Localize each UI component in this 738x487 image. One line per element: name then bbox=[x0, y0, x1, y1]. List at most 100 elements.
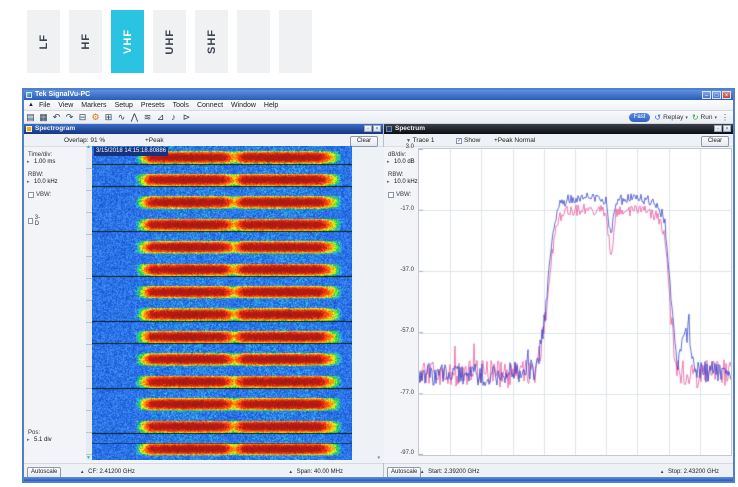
tab-shf[interactable]: SHF bbox=[195, 10, 228, 73]
trace-selector[interactable]: ▼ Trace 1 bbox=[406, 137, 434, 144]
spec-rbw-spinner[interactable]: ▸ bbox=[387, 179, 390, 185]
window-controls: – □ × bbox=[702, 91, 731, 99]
threed-checkbox[interactable] bbox=[28, 218, 33, 224]
menu-presets[interactable]: Presets bbox=[141, 102, 165, 109]
spectrum-panel: Spectrum ▫ × ▼ Trace 1 ✓ Show +Peak Norm… bbox=[384, 124, 733, 479]
menu-file[interactable]: File bbox=[39, 102, 50, 109]
show-trace-row: ✓ Show bbox=[456, 137, 480, 144]
analysis-icon[interactable]: ⋀ bbox=[128, 112, 141, 123]
title-bar[interactable]: Tek SignalVu-PC – □ × bbox=[24, 90, 733, 100]
spectrogram-restore-button[interactable]: ▫ bbox=[364, 125, 372, 132]
window-bottom-frame bbox=[24, 477, 733, 481]
displays-icon[interactable]: ⊞ bbox=[102, 112, 115, 123]
start-readout[interactable]: ▲ Start: 2.39200 GHz bbox=[420, 469, 480, 475]
menu-setup[interactable]: Setup bbox=[115, 102, 133, 109]
spectrogram-timestamp[interactable]: 3/15/2018 14:15:18.80886 bbox=[94, 147, 168, 156]
spectrogram-side-column: ▾ bbox=[352, 147, 384, 463]
ytick-1: -17.0 bbox=[384, 206, 414, 212]
stop-label: Stop: bbox=[668, 469, 682, 475]
time-overview-icon[interactable]: ≋ bbox=[141, 112, 154, 123]
menu-window[interactable]: Window bbox=[231, 102, 256, 109]
time-div-label: Time/div: bbox=[28, 152, 52, 158]
spectrum-clear-button[interactable]: Clear bbox=[701, 136, 729, 147]
spectrogram-waterfall[interactable] bbox=[92, 146, 352, 460]
tool-bar: ▤ ▦ ↶ ↷ ⊟ ⚙ ⊞ ∿ ⋀ ≋ ⊿ ♪ ⊳ Fast ↺ Replay … bbox=[24, 111, 733, 124]
threed-label: 3-D bbox=[35, 215, 42, 227]
spec-vbw-label: VBW: bbox=[396, 192, 411, 198]
signalvu-window: Tek SignalVu-PC – □ × ▲ File View Marker… bbox=[22, 88, 735, 483]
toolbar-right-group: Fast ↺ Replay ▾ ↻ Run ▾ ⋮ bbox=[629, 112, 729, 123]
spec-vbw-checkbox[interactable] bbox=[388, 192, 394, 198]
trace-label: Trace 1 bbox=[413, 137, 435, 144]
analysis-time-marker-line[interactable] bbox=[92, 443, 352, 444]
spectrum-plot[interactable] bbox=[418, 148, 732, 456]
spec-rbw-value[interactable]: 10.0 kHz bbox=[394, 179, 418, 185]
spectrum-restore-button[interactable]: ▫ bbox=[714, 125, 722, 132]
close-button[interactable]: × bbox=[722, 91, 731, 99]
spectrogram-panel: Spectrogram ▫ × Overlap: 91 % +Peak Clea… bbox=[24, 124, 384, 479]
app-menu-icon[interactable]: ▲ bbox=[28, 102, 34, 108]
tab-empty-1[interactable] bbox=[237, 10, 270, 73]
tab-shf-label: SHF bbox=[206, 29, 218, 54]
spectrogram-title: Spectrogram bbox=[35, 124, 75, 134]
sgram-vbw-checkbox[interactable] bbox=[28, 192, 34, 198]
minimize-button[interactable]: – bbox=[702, 91, 711, 99]
spectrogram-clear-button[interactable]: Clear bbox=[350, 136, 378, 147]
pos-spinner[interactable]: ▸ bbox=[27, 437, 30, 443]
tab-hf[interactable]: HF bbox=[69, 10, 102, 73]
show-trace-checkbox[interactable]: ✓ bbox=[456, 138, 462, 144]
spectrum-header[interactable]: Spectrum ▫ × bbox=[384, 124, 733, 134]
spectrum-detector-label: +Peak Normal bbox=[494, 137, 535, 144]
menu-view[interactable]: View bbox=[58, 102, 73, 109]
print-icon[interactable]: ⊟ bbox=[76, 112, 89, 123]
fast-mode-button[interactable]: Fast bbox=[629, 113, 651, 122]
cf-readout[interactable]: ▲ CF: 2.41200 GHz bbox=[80, 469, 135, 475]
spectrum-close-button[interactable]: × bbox=[723, 125, 731, 132]
spectrum-icon[interactable]: ∿ bbox=[115, 112, 128, 123]
tab-uhf-label: UHF bbox=[164, 29, 176, 55]
undo-icon[interactable]: ↶ bbox=[50, 112, 63, 123]
menu-markers[interactable]: Markers bbox=[81, 102, 106, 109]
span-readout[interactable]: ▲ Span: 40.00 MHz bbox=[288, 469, 343, 475]
ytick-4: -77.0 bbox=[384, 390, 414, 396]
menu-tools[interactable]: Tools bbox=[173, 102, 189, 109]
run-button[interactable]: ↻ Run ▾ bbox=[692, 113, 717, 122]
spectrum-subheader: ▼ Trace 1 ✓ Show +Peak Normal Clear bbox=[384, 134, 733, 147]
open-icon[interactable]: ▤ bbox=[24, 112, 37, 123]
redo-icon[interactable]: ↷ bbox=[63, 112, 76, 123]
menu-bar: ▲ File View Markers Setup Presets Tools … bbox=[24, 100, 733, 111]
spectrogram-header[interactable]: Spectrogram ▫ × bbox=[24, 124, 383, 134]
spectrogram-top-marker-icon[interactable]: ▲ bbox=[86, 144, 91, 150]
menu-help[interactable]: Help bbox=[264, 102, 278, 109]
sgram-rbw-spinner[interactable]: ▸ bbox=[27, 179, 30, 185]
menu-connect[interactable]: Connect bbox=[197, 102, 223, 109]
acquire-icon[interactable]: ⊳ bbox=[180, 112, 193, 123]
tab-uhf[interactable]: UHF bbox=[153, 10, 186, 73]
more-menu-icon[interactable]: ⋮ bbox=[721, 113, 729, 122]
time-div-value[interactable]: 1.00 ms bbox=[34, 159, 55, 165]
stop-readout[interactable]: ▲ Stop: 2.43200 GHz bbox=[660, 469, 719, 475]
save-icon[interactable]: ▦ bbox=[37, 112, 50, 123]
tab-vhf[interactable]: VHF bbox=[111, 10, 144, 73]
db-div-spinner[interactable]: ▸ bbox=[387, 159, 390, 165]
spec-rbw-label: RBW: bbox=[388, 172, 404, 178]
maximize-button[interactable]: □ bbox=[712, 91, 721, 99]
sgram-rbw-value[interactable]: 10.0 kHz bbox=[34, 179, 58, 185]
window-title: Tek SignalVu-PC bbox=[35, 90, 90, 100]
replay-button[interactable]: ↺ Replay ▾ bbox=[654, 113, 687, 122]
tab-empty-2[interactable] bbox=[279, 10, 312, 73]
side-scroll-caret-icon[interactable]: ▾ bbox=[377, 455, 380, 461]
audio-icon[interactable]: ♪ bbox=[167, 112, 180, 123]
spectrogram-close-button[interactable]: × bbox=[373, 125, 381, 132]
settings-gear-icon[interactable]: ⚙ bbox=[89, 112, 102, 123]
amplitude-icon[interactable]: ⊿ bbox=[154, 112, 167, 123]
spectrogram-bottom-marker-icon[interactable]: ▼ bbox=[86, 455, 91, 461]
db-div-value[interactable]: 10.0 dB bbox=[394, 159, 415, 165]
pos-value[interactable]: 5.1 div bbox=[34, 437, 52, 443]
spec-vbw-row: VBW: bbox=[388, 192, 411, 198]
tab-lf[interactable]: LF bbox=[27, 10, 60, 73]
time-div-spinner[interactable]: ▸ bbox=[27, 159, 30, 165]
replay-label: Replay bbox=[663, 114, 683, 121]
tab-hf-label: HF bbox=[80, 33, 92, 50]
run-caret-icon: ▾ bbox=[714, 115, 717, 121]
